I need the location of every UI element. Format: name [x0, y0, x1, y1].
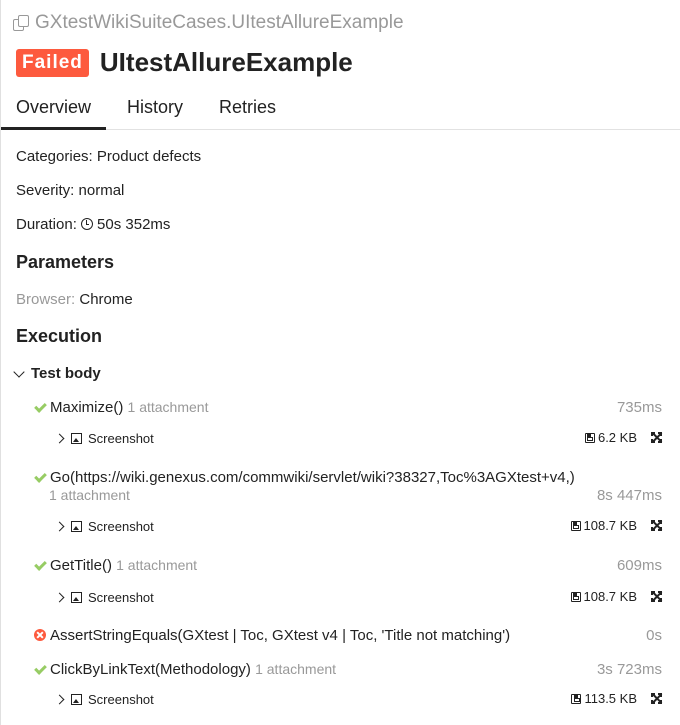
step-name: Maximize(): [50, 399, 124, 416]
duration-row: Duration: 50s 352ms: [16, 216, 170, 233]
chevron-right-icon: [54, 694, 65, 704]
step-meta-row: 1 attachment 8s 447ms: [49, 487, 662, 504]
step-name: GetTitle(): [50, 557, 112, 574]
attachment-label: Screenshot: [88, 430, 154, 446]
attachment-label: Screenshot: [88, 691, 154, 707]
attachment-row[interactable]: Screenshot 6.2 KB: [54, 429, 662, 447]
attachment-label: Screenshot: [88, 589, 154, 605]
step-name: AssertStringEquals(GXtest | Toc, GXtest …: [50, 627, 511, 644]
tab-retries[interactable]: Retries: [204, 86, 291, 130]
expand-icon[interactable]: [651, 591, 662, 602]
step-time: 609ms: [616, 557, 662, 574]
attachment-size-text: 108.7 KB: [583, 518, 638, 533]
save-icon: [570, 520, 581, 531]
chevron-right-icon: [54, 521, 65, 531]
chevron-right-icon: [54, 592, 65, 602]
step-name: Go(https://wiki.genexus.com/commwiki/ser…: [50, 469, 575, 486]
clock-icon: [81, 218, 94, 230]
test-body-toggle[interactable]: Test body: [13, 365, 101, 382]
step-time: 735ms: [616, 399, 662, 416]
step-meta: 1 attachment: [255, 661, 337, 677]
step-row[interactable]: Go(https://wiki.genexus.com/commwiki/ser…: [34, 469, 662, 486]
check-icon: [34, 661, 47, 675]
check-icon: [34, 557, 47, 571]
save-icon: [570, 591, 581, 602]
severity-value: normal: [78, 182, 125, 199]
check-icon: [34, 399, 47, 413]
step-row-failed[interactable]: AssertStringEquals(GXtest | Toc, GXtest …: [34, 627, 662, 644]
attachment-row[interactable]: Screenshot 108.7 KB: [54, 588, 662, 606]
step-row[interactable]: Maximize() 1 attachment 735ms: [34, 399, 662, 416]
parameter-row: Browser: Chrome: [16, 291, 133, 308]
expand-icon[interactable]: [651, 432, 662, 443]
status-badge: Failed: [16, 48, 89, 77]
tab-bar: Overview History Retries: [1, 86, 680, 130]
attachment-size-text: 113.5 KB: [584, 691, 637, 706]
breadcrumb-text: GXtestWikiSuiteCases.UItestAllureExample: [35, 12, 404, 33]
image-icon: [71, 591, 82, 603]
duration-label: Duration:: [16, 216, 77, 233]
step-time: 3s 723ms: [596, 661, 662, 678]
copy-icon[interactable]: [13, 15, 29, 31]
attachment-size-text: 108.7 KB: [583, 589, 638, 604]
image-icon: [71, 432, 82, 444]
parameter-value: Chrome: [79, 291, 133, 308]
severity-row: Severity: normal: [16, 182, 124, 199]
attachment-row[interactable]: Screenshot 113.5 KB: [54, 690, 662, 708]
attachment-size-text: 6.2 KB: [597, 430, 637, 445]
title-row: Failed UItestAllureExample: [16, 47, 353, 78]
check-icon: [34, 469, 47, 483]
attachment-size: 6.2 KB: [584, 430, 637, 445]
step-meta: 1 attachment: [116, 557, 198, 573]
tab-history[interactable]: History: [112, 86, 198, 130]
tab-overview[interactable]: Overview: [1, 86, 107, 130]
attachment-row[interactable]: Screenshot 108.7 KB: [54, 517, 662, 535]
step-name: ClickByLinkText(Methodology): [50, 661, 251, 678]
step-time: 0s: [646, 627, 662, 644]
image-icon: [71, 693, 82, 705]
page-title: UItestAllureExample: [99, 47, 353, 77]
failed-icon: [34, 629, 46, 641]
categories-value: Product defects: [96, 148, 202, 165]
execution-heading: Execution: [16, 326, 103, 346]
chevron-right-icon: [54, 433, 65, 443]
breadcrumb[interactable]: GXtestWikiSuiteCases.UItestAllureExample: [13, 12, 404, 34]
duration-value: 50s 352ms: [97, 216, 171, 233]
attachment-label: Screenshot: [88, 518, 154, 534]
chevron-down-icon: [13, 365, 25, 378]
save-icon: [584, 432, 595, 443]
image-icon: [71, 520, 82, 532]
parameter-key: Browser:: [16, 291, 76, 308]
attachment-size: 108.7 KB: [570, 518, 638, 533]
step-row[interactable]: ClickByLinkText(Methodology) 1 attachmen…: [34, 661, 662, 678]
parameters-heading: Parameters: [16, 252, 115, 272]
attachment-size: 113.5 KB: [571, 691, 637, 706]
step-meta: 1 attachment: [49, 487, 130, 503]
expand-icon[interactable]: [651, 520, 662, 531]
step-row[interactable]: GetTitle() 1 attachment 609ms: [34, 557, 662, 574]
expand-icon[interactable]: [651, 693, 662, 704]
test-body-label: Test body: [31, 365, 101, 382]
save-icon: [571, 693, 582, 704]
categories-row: Categories: Product defects: [16, 148, 201, 165]
step-time: 8s 447ms: [596, 487, 662, 504]
severity-label: Severity:: [16, 182, 75, 199]
step-meta: 1 attachment: [127, 399, 209, 415]
categories-label: Categories:: [16, 148, 93, 165]
attachment-size: 108.7 KB: [570, 589, 638, 604]
